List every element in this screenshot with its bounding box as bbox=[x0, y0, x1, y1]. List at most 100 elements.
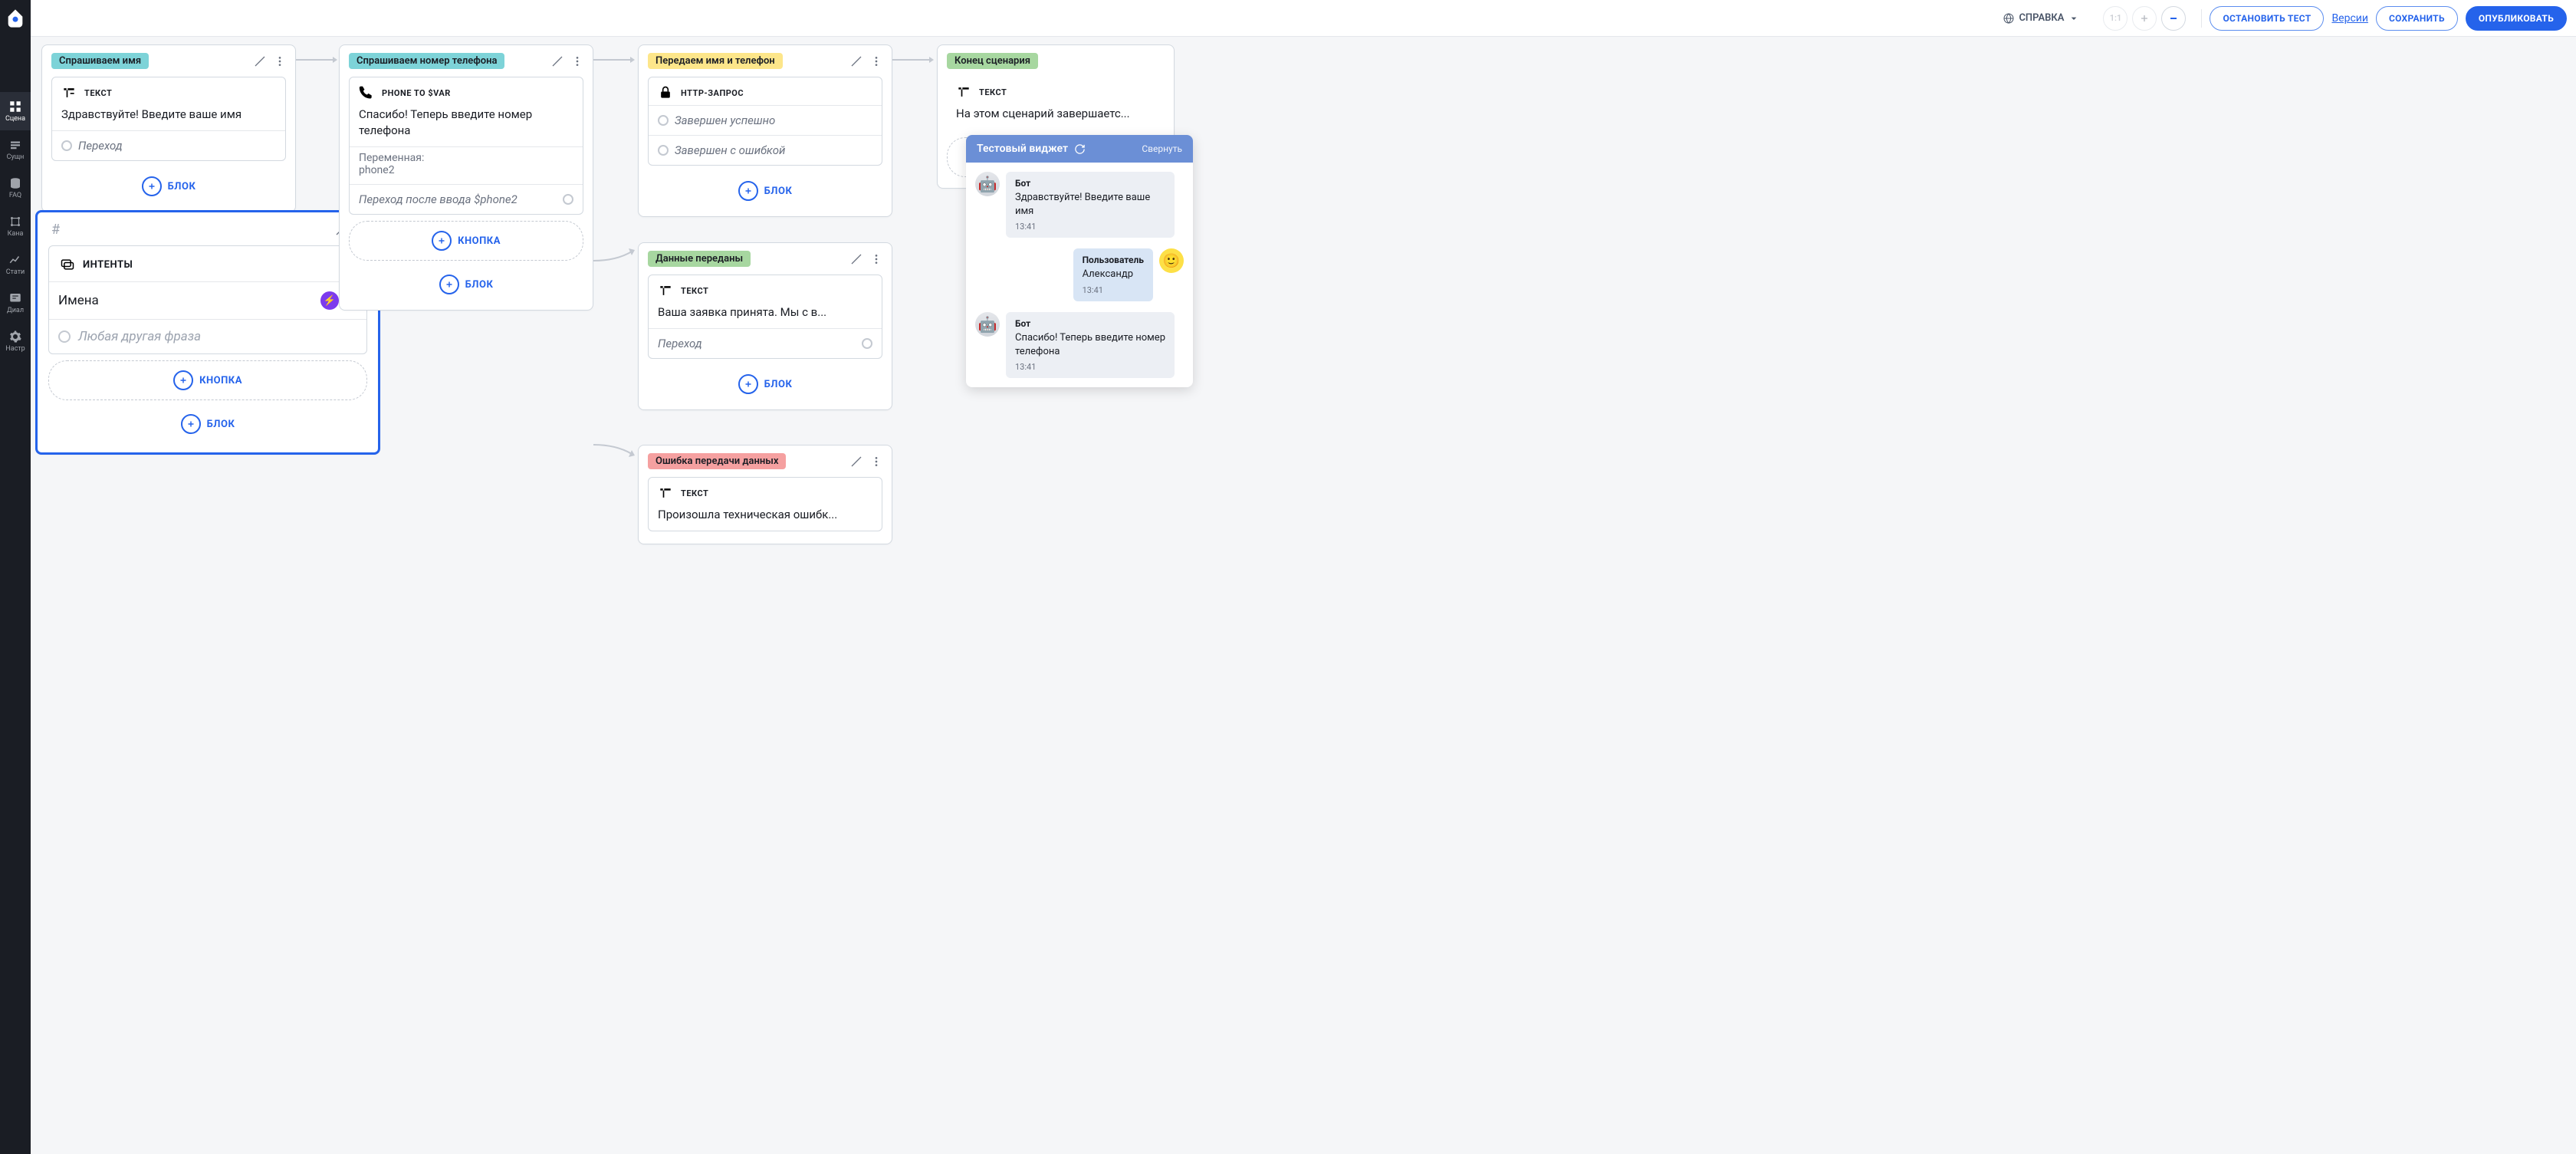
block-type-label: ТЕКСТ bbox=[681, 286, 708, 296]
zoom-fit-button[interactable]: 1:1 bbox=[2103, 6, 2128, 31]
more-icon[interactable] bbox=[274, 55, 286, 67]
port[interactable] bbox=[658, 115, 669, 126]
connector-arrow bbox=[593, 238, 638, 268]
add-button-label: КНОПКА bbox=[458, 235, 501, 247]
add-block-button[interactable]: БЛОК bbox=[648, 172, 882, 210]
variable-info: Переменная: phone2 bbox=[350, 146, 583, 184]
sidebar: Сцена Сущн FAQ Кана Стати Диал Настр bbox=[0, 0, 31, 1154]
sender-name: Пользователь bbox=[1083, 255, 1144, 265]
card-data-sent[interactable]: Данные переданы ТЕКСТ Ваша заявка принят… bbox=[638, 242, 892, 410]
more-icon[interactable] bbox=[870, 253, 882, 265]
help-dropdown[interactable]: СПРАВКА bbox=[2003, 12, 2080, 25]
add-button-button[interactable]: КНОПКА bbox=[349, 221, 583, 261]
sender-name: Бот bbox=[1015, 178, 1165, 189]
connector-icon[interactable] bbox=[850, 55, 863, 67]
stop-test-button[interactable]: ОСТАНОВИТЬ ТЕСТ bbox=[2210, 6, 2324, 31]
card-send-data[interactable]: Передаем имя и телефон HTTP-ЗАПРОС Завер… bbox=[638, 44, 892, 217]
text-icon bbox=[61, 85, 77, 100]
publish-button[interactable]: ОПУБЛИКОВАТЬ bbox=[2466, 6, 2567, 31]
add-button-label: КНОПКА bbox=[199, 375, 242, 386]
more-icon[interactable] bbox=[870, 55, 882, 67]
block-text: Произошла техническая ошибк... bbox=[649, 505, 882, 531]
port[interactable] bbox=[658, 145, 669, 156]
add-block-button[interactable]: БЛОК bbox=[48, 405, 367, 443]
bot-avatar: 🤖 bbox=[975, 312, 1000, 337]
add-block-button[interactable]: БЛОК bbox=[349, 265, 583, 304]
intent-placeholder-row[interactable]: Любая другая фраза bbox=[49, 319, 366, 353]
more-icon[interactable] bbox=[870, 455, 882, 468]
block-text: Ваша заявка принята. Мы с в... bbox=[649, 303, 882, 328]
app-logo[interactable] bbox=[0, 0, 31, 37]
block-type-label: ТЕКСТ bbox=[979, 87, 1007, 97]
sidebar-item-label: FAQ bbox=[9, 192, 21, 199]
add-button-button[interactable]: КНОПКА bbox=[48, 360, 367, 400]
intent-row[interactable]: Имена ⚡ bbox=[49, 281, 366, 319]
card-ask-phone[interactable]: Спрашиваем номер телефона PHONE TO $VAR … bbox=[339, 44, 593, 311]
phone-block[interactable]: PHONE TO $VAR Спасибо! Теперь введите но… bbox=[349, 77, 583, 215]
sidebar-item-label: Сущн bbox=[7, 153, 25, 161]
transition-label: Переход bbox=[78, 139, 276, 153]
card-title-hash: # bbox=[48, 222, 63, 238]
text-block[interactable]: ТЕКСТ Произошла техническая ошибк... bbox=[648, 477, 882, 531]
sidebar-item-faq[interactable]: FAQ bbox=[0, 169, 31, 207]
text-block[interactable]: ТЕКСТ Здравствуйте! Введите ваше имя Пер… bbox=[51, 77, 286, 161]
success-label: Завершен успешно bbox=[675, 113, 872, 127]
intents-block[interactable]: ИНТЕНТЫ Имена ⚡ Любая другая фраза bbox=[48, 245, 367, 354]
error-label: Завершен с ошибкой bbox=[675, 143, 872, 157]
connector-icon[interactable] bbox=[551, 55, 564, 67]
text-block[interactable]: ТЕКСТ На этом сценарий завершаетс... bbox=[947, 77, 1165, 130]
zoom-in-button[interactable] bbox=[2132, 6, 2157, 31]
connector-icon[interactable] bbox=[254, 55, 266, 67]
message-time: 13:41 bbox=[1015, 222, 1165, 232]
card-title: Конец сценария bbox=[947, 53, 1038, 69]
block-text: Спасибо! Теперь введите номер телефона bbox=[350, 105, 583, 146]
message-bubble: Пользователь Александр 13:41 bbox=[1073, 248, 1153, 301]
port[interactable] bbox=[61, 140, 72, 151]
card-intents[interactable]: # ИНТЕНТЫ Имена ⚡ Любая другая фраза bbox=[35, 210, 380, 455]
transition-row[interactable]: Переход bbox=[649, 328, 882, 358]
sidebar-item-label: Сцена bbox=[5, 115, 25, 123]
connector-icon[interactable] bbox=[850, 455, 863, 468]
error-row[interactable]: Завершен с ошибкой bbox=[649, 135, 882, 165]
message-text: Спасибо! Теперь введите номер телефона bbox=[1015, 331, 1165, 359]
message-time: 13:41 bbox=[1083, 285, 1144, 295]
zoom-out-button[interactable] bbox=[2161, 6, 2186, 31]
block-text: Здравствуйте! Введите ваше имя bbox=[52, 105, 285, 130]
sidebar-item-entities[interactable]: Сущн bbox=[0, 130, 31, 169]
sidebar-item-scenarios[interactable]: Сцена bbox=[0, 92, 31, 130]
widget-header: Тестовый виджет Свернуть bbox=[966, 135, 1193, 163]
intents-icon bbox=[60, 257, 75, 272]
port[interactable] bbox=[862, 338, 872, 349]
card-title: Спрашиваем имя bbox=[51, 53, 149, 69]
sidebar-item-settings[interactable]: Настр bbox=[0, 322, 31, 360]
zoom-11-label: 1:1 bbox=[2110, 13, 2122, 23]
card-send-error[interactable]: Ошибка передачи данных ТЕКСТ Произошла т… bbox=[638, 445, 892, 544]
add-block-button[interactable]: БЛОК bbox=[648, 365, 882, 403]
save-button[interactable]: СОХРАНИТЬ bbox=[2376, 6, 2458, 31]
test-widget[interactable]: Тестовый виджет Свернуть 🤖 Бот Здравству… bbox=[966, 135, 1193, 387]
message-row: Пользователь Александр 13:41 🙂 bbox=[975, 248, 1184, 301]
sidebar-item-dialogs[interactable]: Диал bbox=[0, 284, 31, 322]
transition-row[interactable]: Переход после ввода $phone2 bbox=[350, 184, 583, 214]
http-block[interactable]: HTTP-ЗАПРОС Завершен успешно Завершен с … bbox=[648, 77, 882, 166]
success-row[interactable]: Завершен успешно bbox=[649, 105, 882, 135]
port[interactable] bbox=[563, 194, 573, 205]
chevron-down-icon bbox=[2068, 12, 2080, 25]
bot-avatar: 🤖 bbox=[975, 172, 1000, 196]
text-icon bbox=[658, 485, 673, 501]
block-type-label: PHONE TO $VAR bbox=[382, 88, 451, 98]
card-ask-name[interactable]: Спрашиваем имя ТЕКСТ Здравствуйте! Введи… bbox=[41, 44, 296, 212]
sidebar-item-stats[interactable]: Стати bbox=[0, 245, 31, 284]
connector-icon[interactable] bbox=[850, 253, 863, 265]
port[interactable] bbox=[58, 330, 71, 343]
refresh-icon[interactable] bbox=[1074, 143, 1086, 155]
text-block[interactable]: ТЕКСТ Ваша заявка принята. Мы с в... Пер… bbox=[648, 275, 882, 359]
add-block-button[interactable]: БЛОК bbox=[51, 167, 286, 205]
versions-link[interactable]: Версии bbox=[2331, 12, 2368, 25]
minus-icon bbox=[2167, 12, 2180, 25]
collapse-button[interactable]: Свернуть bbox=[1142, 143, 1182, 154]
add-block-label: БЛОК bbox=[207, 419, 235, 430]
more-icon[interactable] bbox=[571, 55, 583, 67]
transition-row[interactable]: Переход bbox=[52, 130, 285, 160]
sidebar-item-channels[interactable]: Кана bbox=[0, 207, 31, 245]
